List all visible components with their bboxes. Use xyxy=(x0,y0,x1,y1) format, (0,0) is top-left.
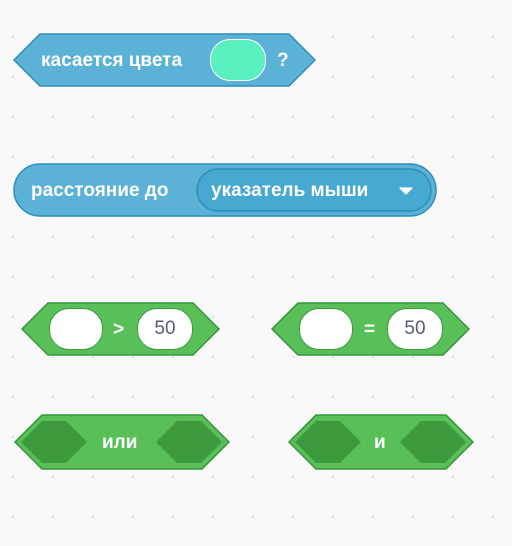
distance-target-dropdown[interactable]: указатель мыши xyxy=(197,169,431,211)
chevron-down-icon xyxy=(399,187,413,195)
touching-color-block[interactable]: касается цвета ? xyxy=(12,33,317,87)
equals-right-input[interactable]: 50 xyxy=(387,308,443,350)
distance-to-label: расстояние до xyxy=(31,180,169,201)
touching-color-suffix: ? xyxy=(277,50,289,71)
greater-than-operator: > xyxy=(113,319,125,340)
and-label: и xyxy=(374,432,386,453)
greater-than-block[interactable]: > 50 xyxy=(20,302,221,356)
greater-than-left-input[interactable] xyxy=(49,308,103,350)
equals-operator: = xyxy=(364,319,376,340)
distance-to-block[interactable]: расстояние до указатель мыши xyxy=(13,163,437,217)
color-swatch-input[interactable] xyxy=(210,39,266,81)
or-block[interactable]: или xyxy=(13,414,232,470)
or-label: или xyxy=(102,432,138,453)
distance-target-value: указатель мыши xyxy=(211,180,369,201)
equals-left-input[interactable] xyxy=(299,308,353,350)
greater-than-right-input[interactable]: 50 xyxy=(137,308,193,350)
equals-block[interactable]: = 50 xyxy=(270,302,471,356)
touching-color-label: касается цвета xyxy=(41,50,183,71)
and-block[interactable]: и xyxy=(287,414,476,470)
